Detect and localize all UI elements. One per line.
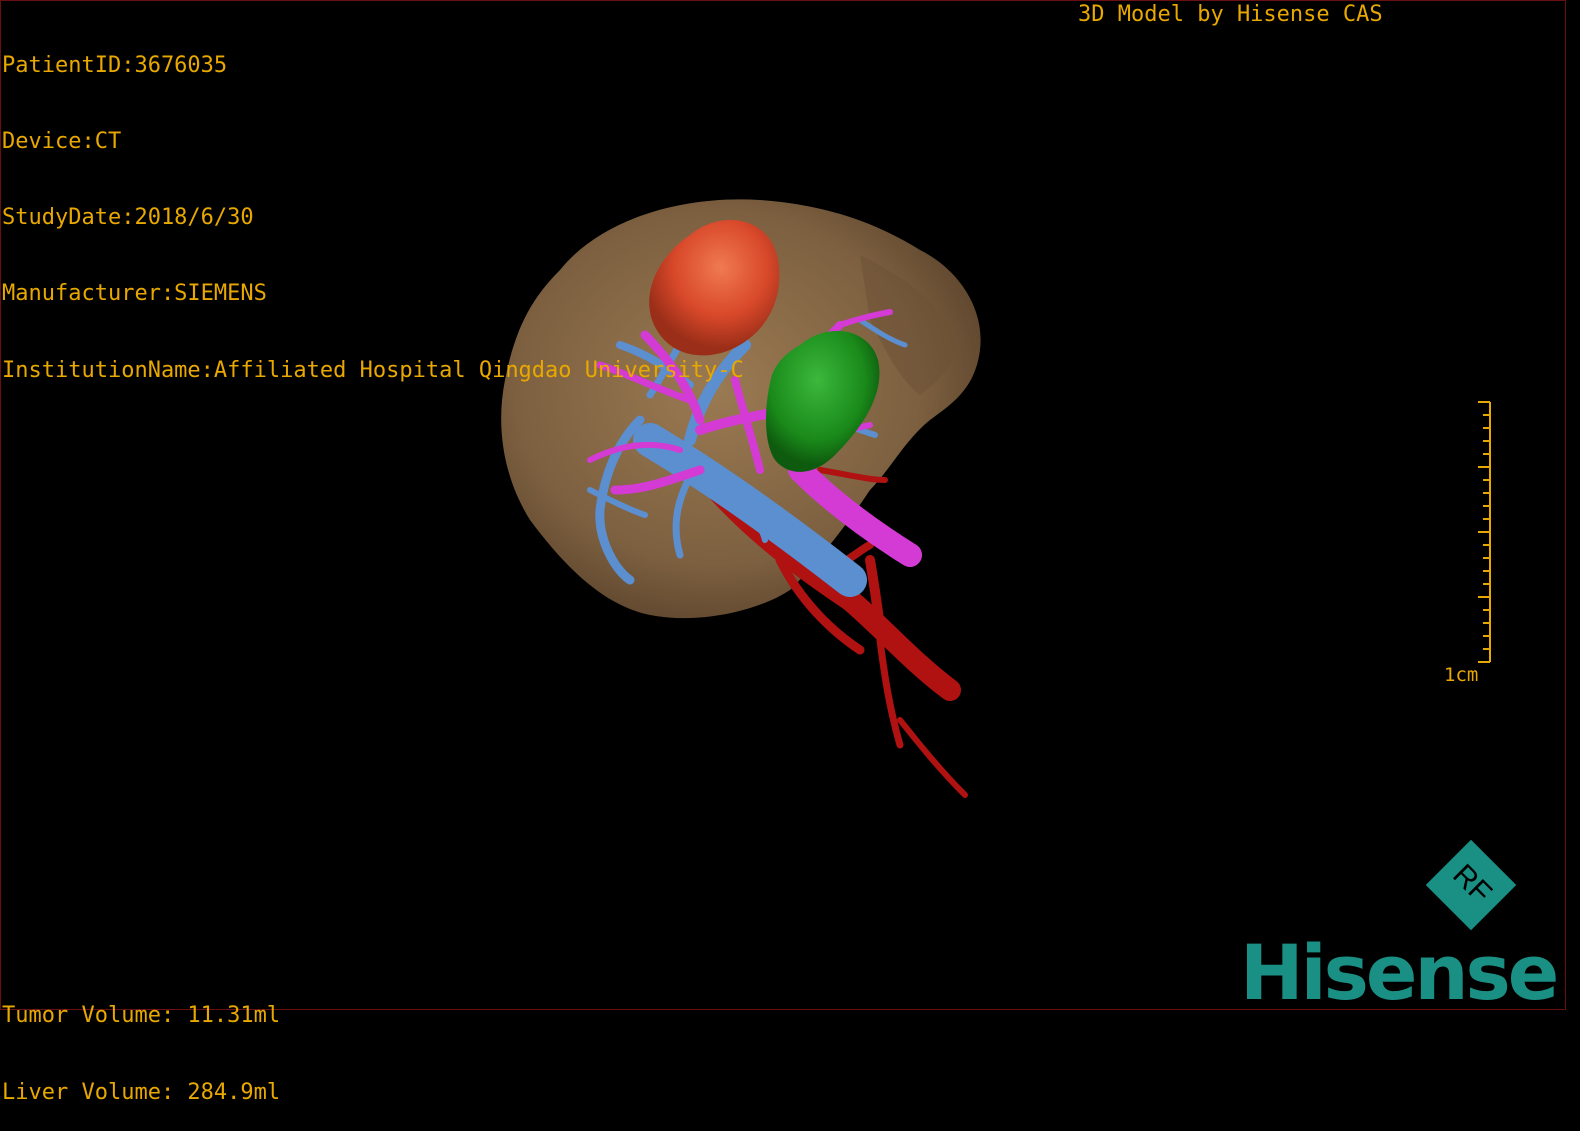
patient-id: PatientID:3676035 — [2, 52, 228, 78]
device: Device:CT — [2, 129, 122, 155]
tumor-volume: Tumor Volume: 11.31ml — [2, 1003, 281, 1028]
scale-bar-label: 1cm — [1444, 664, 1479, 686]
institution-name: InstitutionName:Affiliated Hospital Qing… — [2, 357, 744, 383]
liver-volume: Liver Volume: 284.9ml — [2, 1079, 281, 1105]
study-info: PatientID:3676035 Device:CT StudyDate:20… — [2, 2, 744, 408]
manufacturer: Manufacturer:SIEMENS — [2, 281, 267, 307]
rf-diamond-icon: RF — [1425, 839, 1517, 931]
study-date: StudyDate:2018/6/30 — [2, 205, 254, 231]
scale-bar — [1478, 401, 1491, 663]
hisense-logo: Hisense — [1240, 928, 1559, 1017]
volume-readouts: Tumor Volume: 11.31ml Liver Volume: 284.… — [2, 952, 280, 1131]
model-brand-caption: 3D Model by Hisense CAS — [1078, 2, 1383, 27]
